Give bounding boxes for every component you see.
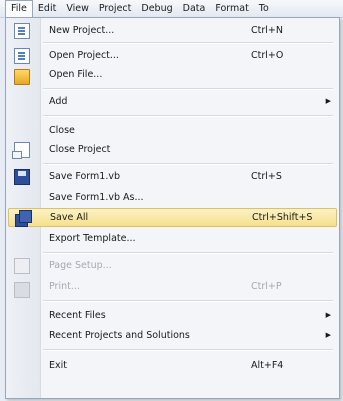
menu-item-recent-projects[interactable]: Recent Projects and Solutions ▶	[8, 326, 337, 345]
menu-item-label: Recent Projects and Solutions	[49, 330, 190, 341]
menu-item-label: Open Project...	[49, 50, 119, 61]
menu-item-label: Export Template...	[49, 233, 136, 244]
menu-separator	[43, 42, 333, 44]
menu-item-exit[interactable]: Exit Alt+F4	[8, 356, 337, 375]
menu-separator	[43, 163, 333, 165]
menu-item-label: Close	[49, 125, 75, 136]
menu-separator	[43, 252, 333, 254]
menu-item-label: Exit	[49, 360, 67, 371]
menubar-data[interactable]: Data	[178, 0, 211, 17]
menu-item-label: Save All	[50, 212, 89, 223]
menu-item-shortcut: Alt+F4	[251, 360, 284, 371]
menu-item-open-file[interactable]: Open File...	[8, 65, 337, 85]
menu-item-add[interactable]: Add ▶	[8, 92, 337, 111]
save-icon	[14, 168, 30, 185]
menu-item-shortcut: Ctrl+P	[251, 281, 282, 292]
menu-item-shortcut: Ctrl+Shift+S	[252, 212, 313, 223]
menubar-edit[interactable]: Edit	[33, 0, 61, 17]
print-icon	[14, 281, 30, 298]
menubar-tools[interactable]: To	[254, 0, 274, 17]
menubar-project[interactable]: Project	[94, 0, 137, 17]
save-all-icon	[15, 209, 32, 227]
menubar-format[interactable]: Format	[210, 0, 253, 17]
menu-item-close[interactable]: Close	[8, 121, 337, 140]
folder-icon	[14, 68, 30, 85]
menu-item-shortcut: Ctrl+N	[251, 25, 283, 36]
menu-item-close-project[interactable]: Close Project	[8, 140, 337, 159]
menu-item-label: Save Form1.vb	[49, 171, 120, 182]
menu-bar: File Edit View Project Debug Data Format…	[0, 0, 343, 18]
submenu-arrow-icon: ▶	[325, 97, 331, 105]
menu-item-label: Page Setup...	[49, 260, 112, 271]
open-project-icon	[14, 47, 30, 64]
menu-item-export-template[interactable]: Export Template...	[8, 229, 337, 248]
menu-separator	[43, 115, 333, 117]
menu-item-print: Print... Ctrl+P	[8, 277, 337, 298]
menu-item-label: Recent Files	[49, 310, 106, 321]
file-menu-dropdown: New Project... Ctrl+N Open Project... Ct…	[5, 17, 340, 399]
menu-separator	[43, 88, 333, 90]
menu-item-label: Add	[49, 96, 68, 107]
menu-item-shortcut: Ctrl+S	[251, 171, 282, 182]
menu-item-label: Open File...	[49, 69, 103, 80]
menu-item-new-project[interactable]: New Project... Ctrl+N	[8, 21, 337, 40]
menu-item-label: New Project...	[49, 25, 115, 36]
menu-item-shortcut: Ctrl+O	[251, 50, 284, 61]
menu-item-recent-files[interactable]: Recent Files ▶	[8, 306, 337, 325]
menu-item-label: Close Project	[49, 144, 111, 155]
menu-item-save-form[interactable]: Save Form1.vb Ctrl+S	[8, 167, 337, 186]
page-setup-icon	[14, 257, 30, 274]
menu-item-page-setup: Page Setup...	[8, 256, 337, 275]
menubar-view[interactable]: View	[61, 0, 94, 17]
submenu-arrow-icon: ▶	[325, 331, 331, 339]
menu-separator	[43, 300, 333, 302]
menu-item-save-form-as[interactable]: Save Form1.vb As...	[8, 188, 337, 207]
menu-item-save-all[interactable]: Save All Ctrl+Shift+S	[8, 208, 337, 227]
menu-item-open-project[interactable]: Open Project... Ctrl+O	[8, 46, 337, 65]
menu-item-label: Save Form1.vb As...	[49, 192, 144, 203]
menubar-debug[interactable]: Debug	[136, 0, 177, 17]
menubar-file[interactable]: File	[5, 0, 33, 17]
submenu-arrow-icon: ▶	[325, 311, 331, 319]
new-project-icon	[14, 22, 30, 39]
close-project-icon	[12, 141, 30, 159]
menu-separator	[43, 349, 333, 351]
menu-item-label: Print...	[49, 281, 80, 292]
